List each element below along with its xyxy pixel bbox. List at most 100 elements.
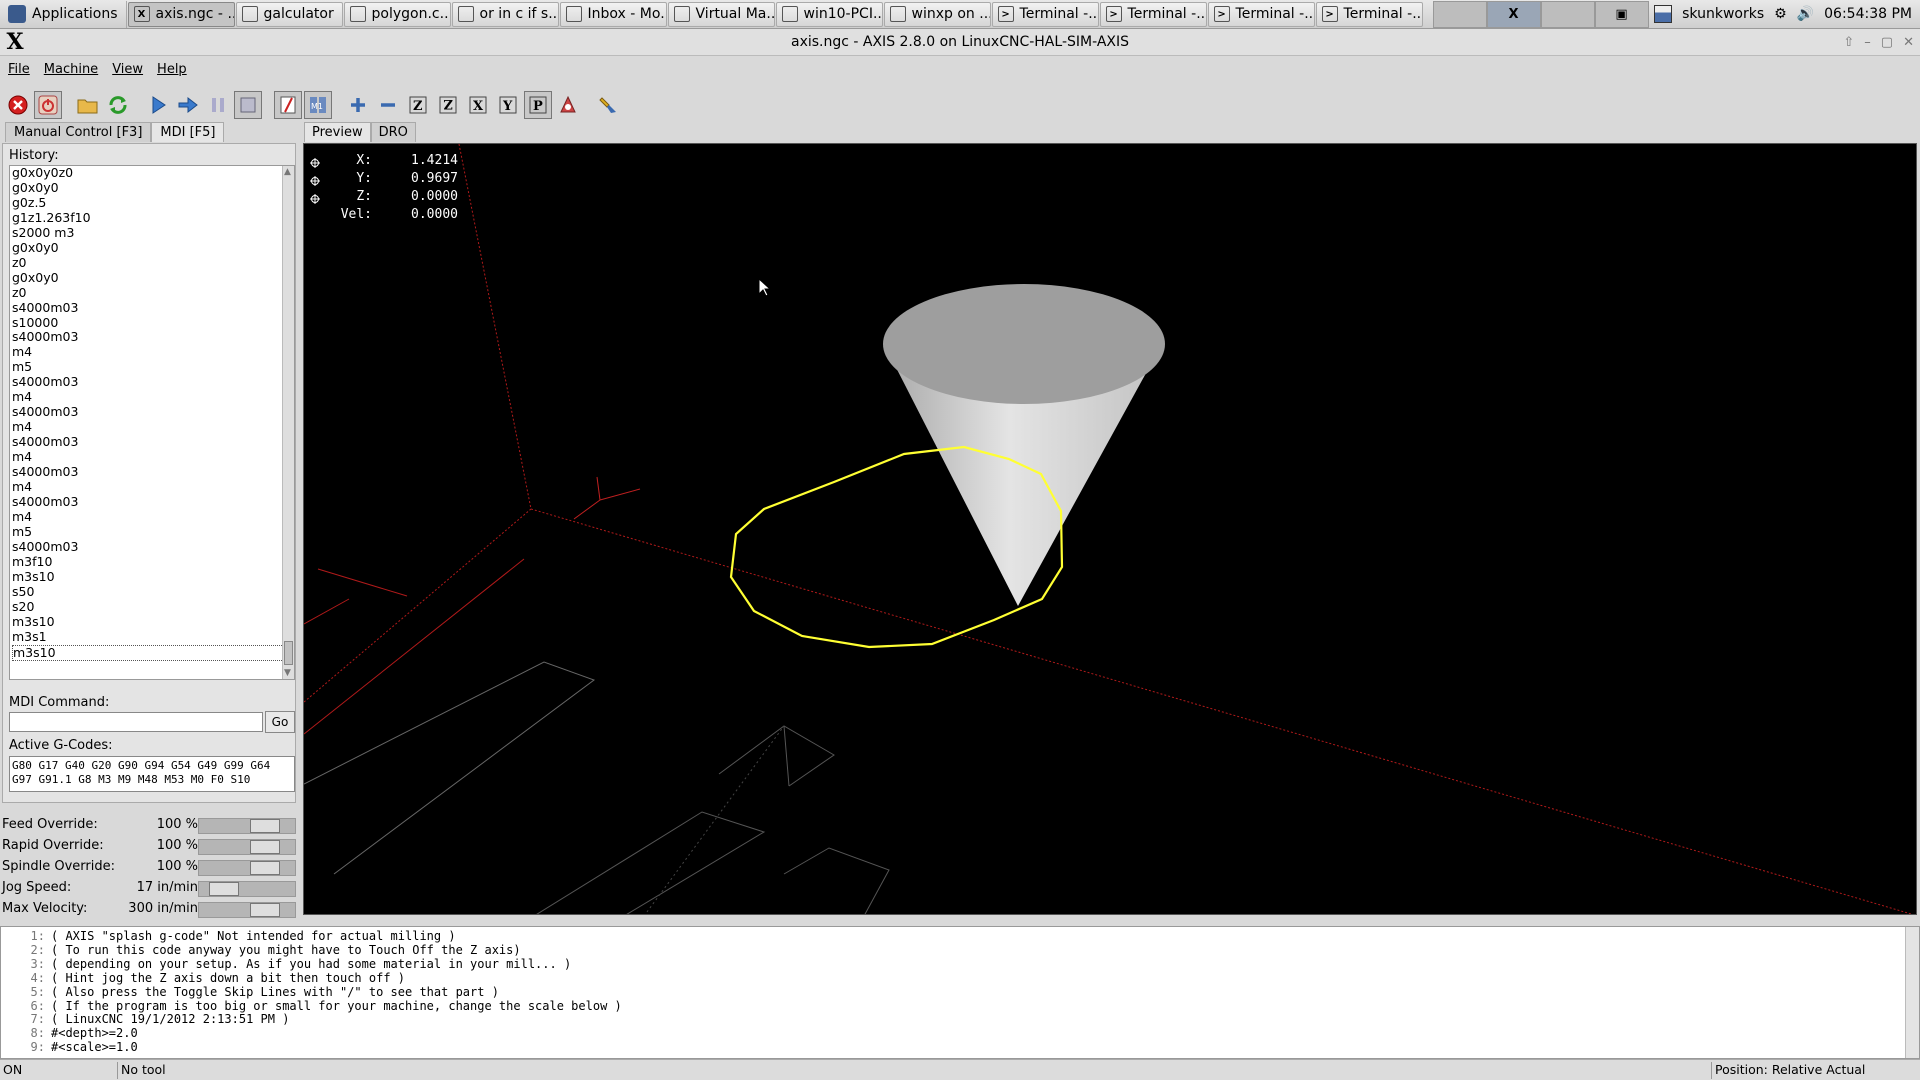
gcode-line[interactable]: 4: ( Hint jog the Z axis down a bit then … — [1, 971, 1919, 986]
scroll-thumb[interactable] — [284, 641, 293, 665]
history-item[interactable]: m4 — [12, 419, 292, 435]
history-item[interactable]: m4 — [12, 389, 292, 405]
workspace-2[interactable]: X — [1486, 0, 1541, 28]
history-item[interactable]: m4 — [12, 449, 292, 465]
history-item[interactable]: m3s10 — [12, 614, 292, 630]
network-graph-icon[interactable] — [1654, 5, 1673, 23]
gcode-line[interactable]: 2: ( To run this code anyway you might ha… — [1, 943, 1919, 958]
workspace-1[interactable] — [1432, 0, 1487, 28]
history-item[interactable]: s4000m03 — [12, 464, 292, 480]
history-item[interactable]: m4 — [12, 509, 292, 525]
minimize-button[interactable]: – — [1864, 35, 1871, 50]
go-button[interactable]: Go — [265, 711, 295, 733]
history-item[interactable]: m3s10 — [12, 644, 292, 662]
gcode-line[interactable]: 5: ( Also press the Toggle Skip Lines wit… — [1, 985, 1919, 1000]
history-item[interactable]: m3f10 — [12, 554, 292, 570]
taskbar-task[interactable]: > Terminal -... — [1207, 1, 1315, 27]
history-item[interactable]: m5 — [12, 359, 292, 375]
tab-preview[interactable]: Preview — [304, 122, 371, 142]
zoom-in-icon[interactable] — [344, 91, 372, 119]
taskbar-task[interactable]: or in c if s... — [451, 1, 559, 27]
tab-mdi[interactable]: MDI [F5] — [151, 122, 225, 142]
gcode-scrollbar[interactable] — [1905, 927, 1919, 1058]
block-delete-icon[interactable] — [274, 91, 302, 119]
slider-thumb[interactable] — [250, 861, 280, 875]
taskbar-task[interactable]: > Terminal -... — [991, 1, 1099, 27]
history-item[interactable]: s4000m03 — [12, 374, 292, 390]
history-list[interactable]: g0x0y0z0 g0x0y0 g0z.5 g1z1.263f10 s2000 m3 g0… — [9, 165, 295, 680]
taskbar-task[interactable]: winxp on ... — [883, 1, 991, 27]
history-item[interactable]: g0x0y0 — [12, 270, 292, 286]
rotate-icon[interactable] — [554, 91, 582, 119]
clock[interactable]: 06:54:38 PM — [1824, 6, 1912, 22]
menu-help[interactable]: Help — [157, 62, 187, 82]
history-item[interactable]: s4000m03 — [12, 434, 292, 450]
history-item[interactable]: s20 — [12, 599, 292, 615]
maximize-button[interactable]: ▢ — [1881, 35, 1893, 50]
workspace-3[interactable] — [1540, 0, 1595, 28]
optional-stop-icon[interactable]: M1 — [304, 91, 332, 119]
history-item[interactable]: s4000m03 — [12, 539, 292, 555]
gcode-line[interactable]: 7: ( LinuxCNC 19/1/2012 2:13:51 PM ) — [1, 1012, 1919, 1027]
gcode-line[interactable]: 6: ( If the program is too big or small f… — [1, 999, 1919, 1014]
history-item[interactable]: g0x0y0 — [12, 180, 292, 196]
history-item[interactable]: s4000m03 — [12, 330, 292, 345]
reload-icon[interactable] — [104, 91, 132, 119]
history-item[interactable]: s10000 — [12, 315, 292, 331]
history-item[interactable]: s50 — [12, 584, 292, 600]
close-button[interactable]: ✕ — [1903, 35, 1914, 50]
slider-thumb[interactable] — [250, 903, 280, 917]
view-x-icon[interactable]: X — [464, 91, 492, 119]
volume-icon[interactable]: 🔊 — [1797, 6, 1814, 22]
override-slider[interactable] — [198, 818, 296, 834]
gcode-line[interactable]: 8: #<depth>=2.0 — [1, 1026, 1919, 1041]
scroll-up-icon[interactable]: ▲ — [284, 167, 291, 177]
taskbar-task[interactable]: Xaxis.ngc - ... — [127, 1, 235, 27]
network-icon[interactable]: ⚙ — [1774, 6, 1787, 22]
zoom-out-icon[interactable] — [374, 91, 402, 119]
override-slider[interactable] — [198, 902, 296, 918]
history-item[interactable]: s4000m03 — [12, 494, 292, 510]
history-item[interactable]: m3s10 — [12, 569, 292, 585]
machine-power-button[interactable] — [34, 91, 62, 119]
history-item[interactable]: m5 — [12, 524, 292, 540]
scroll-down-icon[interactable]: ▼ — [284, 668, 291, 678]
run-from-line-icon[interactable] — [174, 91, 202, 119]
slider-thumb[interactable] — [209, 882, 240, 896]
taskbar-task[interactable]: galculator — [235, 1, 343, 27]
history-item[interactable]: g0z.5 — [12, 195, 292, 211]
gcode-listing[interactable]: 1: ( AXIS "splash g-code" Not intended fo… — [0, 926, 1920, 1059]
gcode-line[interactable]: 1: ( AXIS "splash g-code" Not intended fo… — [1, 929, 1919, 944]
override-slider[interactable] — [198, 881, 296, 897]
preview-canvas[interactable]: X: 1.4214 Y: 0.9697 Z: 0.0000 Vel: 0.0000 — [303, 143, 1917, 915]
view-z-icon[interactable]: Z — [404, 91, 432, 119]
history-item[interactable]: g0x0y0z0 — [12, 165, 292, 181]
menu-machine[interactable]: Machine — [44, 62, 98, 82]
view-perspective-icon[interactable]: P — [524, 91, 552, 119]
history-item[interactable]: g1z1.263f10 — [12, 210, 292, 226]
stop-icon[interactable] — [234, 91, 262, 119]
gcode-line[interactable]: 3: ( depending on your setup. As if you h… — [1, 957, 1919, 972]
history-item[interactable]: s4000m03 — [12, 404, 292, 420]
history-scrollbar[interactable]: ▲ ▼ — [282, 166, 294, 679]
tray-user[interactable]: skunkworks — [1682, 6, 1764, 22]
history-item[interactable]: m4 — [12, 479, 292, 495]
applications-menu[interactable]: Applications — [0, 0, 127, 28]
view-y-icon[interactable]: Y — [494, 91, 522, 119]
view-z2-icon[interactable]: Z — [434, 91, 462, 119]
open-file-icon[interactable] — [74, 91, 102, 119]
tab-manual-control[interactable]: Manual Control [F3] — [5, 122, 152, 142]
tab-dro[interactable]: DRO — [370, 122, 416, 142]
history-item[interactable]: m3s1 — [12, 629, 292, 645]
history-item[interactable]: s4000m03 — [12, 300, 292, 316]
shade-button[interactable]: ⇧ — [1843, 35, 1854, 50]
override-slider[interactable] — [198, 839, 296, 855]
menu-file[interactable]: File — [8, 62, 30, 82]
workspace-4[interactable]: ▣ — [1594, 0, 1649, 28]
slider-thumb[interactable] — [250, 819, 280, 833]
override-slider[interactable] — [198, 860, 296, 876]
clear-live-plot-icon[interactable] — [594, 91, 622, 119]
history-item[interactable]: z0 — [12, 285, 292, 301]
taskbar-task[interactable]: Virtual Ma... — [667, 1, 775, 27]
menu-view[interactable]: View — [112, 62, 143, 82]
